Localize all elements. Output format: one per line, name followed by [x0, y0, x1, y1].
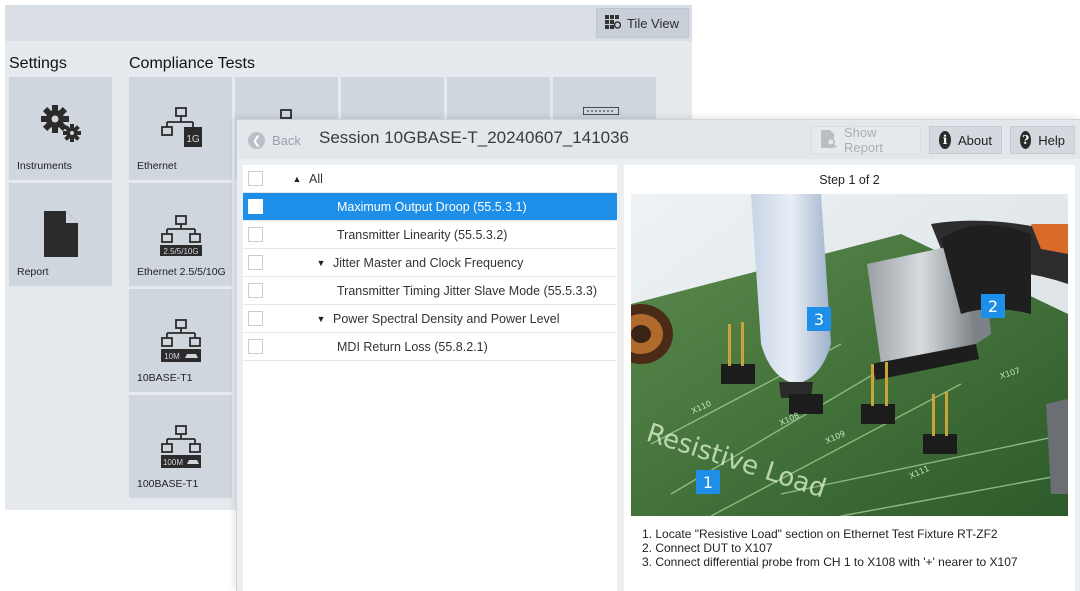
session-toolbar: ❮ Back Session 10GBASE-T_20240607_141036…	[237, 120, 1080, 159]
tree-row-timing-jitter-slave[interactable]: Transmitter Timing Jitter Slave Mode (55…	[243, 277, 617, 305]
tree-row-max-output-droop[interactable]: Maximum Output Droop (55.5.3.1)	[243, 193, 617, 221]
tile-view-icon	[604, 14, 622, 32]
instruction-line: 1. Locate "Resistive Load" section on Et…	[642, 527, 998, 541]
checkbox[interactable]	[248, 227, 263, 242]
checkbox[interactable]	[248, 171, 263, 186]
session-title: Session 10GBASE-T_20240607_141036	[319, 128, 630, 147]
tile-instruments-label: Instruments	[17, 160, 72, 172]
tile-10base-t1-label: 10BASE-T1	[137, 372, 193, 384]
instruction-line: 2. Connect DUT to X107	[642, 541, 773, 555]
compliance-tests-heading: Compliance Tests	[129, 55, 255, 72]
step-marker-3: 3	[807, 307, 831, 331]
step-marker-1: 1	[696, 470, 720, 494]
test-tree: ▲ All Maximum Output Droop (55.5.3.1) Tr…	[243, 165, 617, 591]
collapse-caret-icon[interactable]: ▲	[291, 174, 303, 184]
settings-heading: Settings	[9, 55, 67, 72]
document-icon	[9, 211, 112, 257]
tile-100base-t1-badge: 100M	[162, 458, 182, 467]
checkbox[interactable]	[248, 339, 263, 354]
tree-row-label: Jitter Master and Clock Frequency	[333, 255, 524, 270]
tile-instruments[interactable]: Instruments	[9, 77, 112, 180]
network-icon: 2.5/5/10G	[129, 215, 232, 257]
gears-icon	[9, 103, 112, 145]
checkbox[interactable]	[248, 311, 263, 326]
tile-100base-t1-label: 100BASE-T1	[137, 478, 199, 490]
instrument-icon	[583, 107, 619, 115]
tree-row-power-spectral-density[interactable]: ▼ Power Spectral Density and Power Level	[243, 305, 617, 333]
tree-row-transmitter-linearity[interactable]: Transmitter Linearity (55.5.3.2)	[243, 221, 617, 249]
tree-row-mdi-return-loss[interactable]: MDI Return Loss (55.8.2.1)	[243, 333, 617, 361]
network-car-icon: 100M	[129, 425, 232, 469]
tile-10base-t1-badge: 10M	[164, 352, 180, 361]
tree-row-label: MDI Return Loss (55.8.2.1)	[337, 339, 488, 354]
back-arrow-icon: ❮	[248, 131, 265, 149]
about-label: About	[958, 132, 992, 148]
tile-report[interactable]: Report	[9, 183, 112, 286]
tree-row-label: Transmitter Linearity (55.5.3.2)	[337, 227, 508, 242]
tree-row-label: Transmitter Timing Jitter Slave Mode (55…	[337, 283, 598, 298]
back-button-label: Back	[272, 132, 301, 148]
tile-ethernet-multigig[interactable]: 2.5/5/10G Ethernet 2.5/5/10G	[129, 183, 232, 286]
about-button[interactable]: i About	[929, 126, 1002, 154]
tile-ethernet-multigig-badge: 2.5/5/10G	[163, 247, 198, 256]
info-icon: i	[939, 131, 952, 149]
session-window: ❮ Back Session 10GBASE-T_20240607_141036…	[236, 119, 1080, 591]
step-panel: Step 1 of 2 X110 X108 X109 X111 X107 Res…	[624, 165, 1075, 591]
tile-ethernet[interactable]: 1G Ethernet	[129, 77, 232, 180]
tree-row-all[interactable]: ▲ All	[243, 165, 617, 193]
tile-report-label: Report	[17, 266, 49, 278]
checkbox[interactable]	[248, 283, 263, 298]
tree-row-label: Power Spectral Density and Power Level	[333, 311, 560, 326]
instruction-line: 3. Connect differential probe from CH 1 …	[642, 555, 1018, 569]
show-report-label: Show Report	[844, 125, 884, 155]
step-counter: Step 1 of 2	[819, 173, 880, 187]
fixture-photo: X110 X108 X109 X111 X107 Resistive Load …	[631, 194, 1068, 516]
tree-row-jitter-master[interactable]: ▼ Jitter Master and Clock Frequency	[243, 249, 617, 277]
step-instructions: 1. Locate "Resistive Load" section on Et…	[642, 527, 1018, 569]
help-button[interactable]: ? Help	[1010, 126, 1075, 154]
expand-caret-icon[interactable]: ▼	[315, 314, 327, 324]
main-toolbar: Tile View	[5, 5, 692, 41]
tile-100base-t1[interactable]: 100M 100BASE-T1	[129, 395, 232, 498]
step-marker-2: 2	[981, 294, 1005, 318]
report-search-icon	[821, 129, 838, 151]
back-button[interactable]: ❮ Back	[248, 128, 301, 152]
network-icon: 1G	[129, 107, 232, 149]
network-car-icon: 10M	[129, 319, 232, 363]
network-icon	[280, 109, 292, 119]
tile-ethernet-badge: 1G	[186, 134, 200, 145]
checkbox[interactable]	[248, 255, 263, 270]
tree-row-label: All	[309, 171, 323, 186]
tree-row-label: Maximum Output Droop (55.5.3.1)	[337, 199, 527, 214]
tile-view-button[interactable]: Tile View	[595, 8, 689, 38]
tile-10base-t1[interactable]: 10M 10BASE-T1	[129, 289, 232, 392]
tile-view-label: Tile View	[626, 15, 679, 31]
question-icon: ?	[1020, 131, 1032, 149]
expand-caret-icon[interactable]: ▼	[315, 258, 327, 268]
tile-ethernet-label: Ethernet	[137, 160, 177, 172]
checkbox[interactable]	[248, 199, 263, 214]
tile-ethernet-multigig-label: Ethernet 2.5/5/10G	[137, 266, 226, 278]
show-report-button[interactable]: Show Report	[811, 125, 921, 155]
help-label: Help	[1038, 132, 1065, 148]
